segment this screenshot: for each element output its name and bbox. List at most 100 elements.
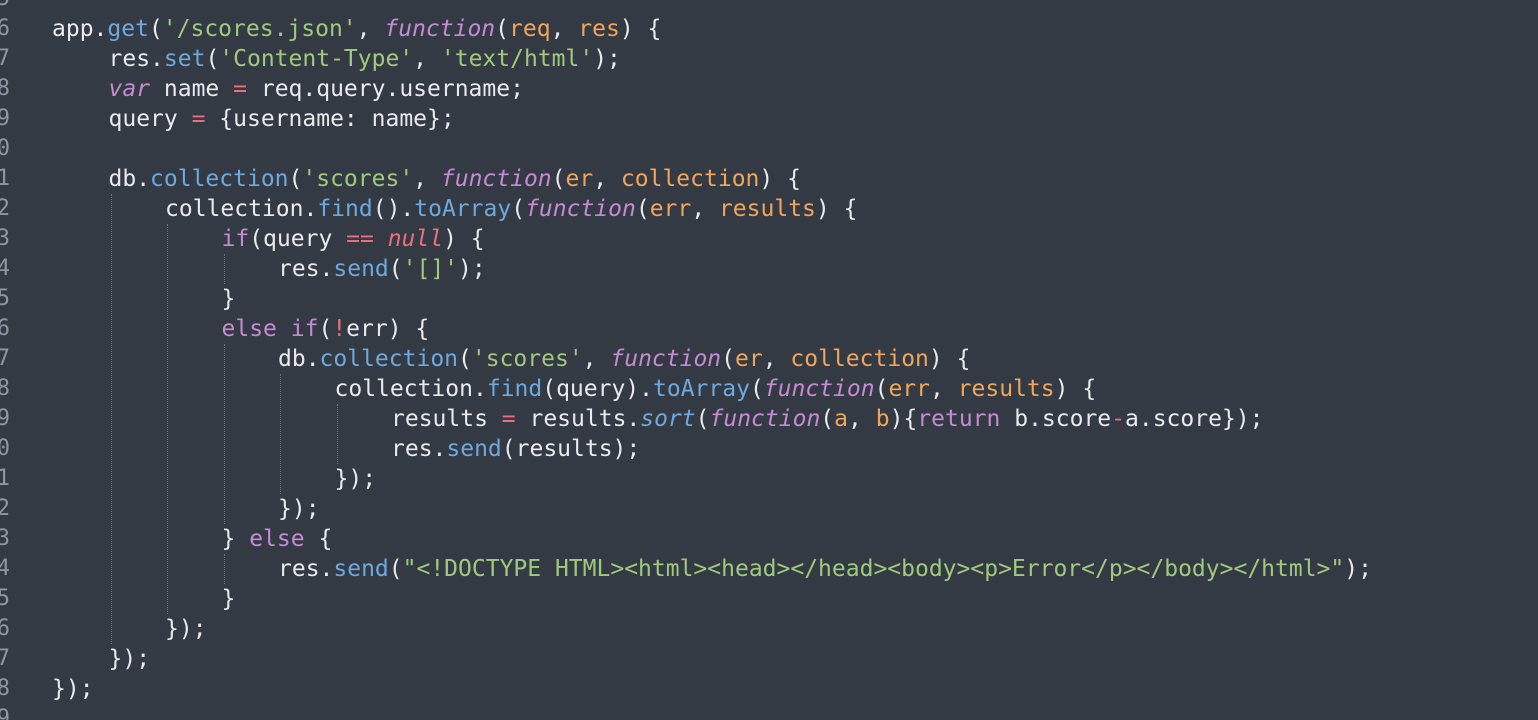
code-token: !	[332, 316, 347, 342]
code-token: (	[695, 406, 710, 432]
indent-guide	[336, 404, 338, 464]
code-token: });	[108, 646, 151, 672]
code-token: collection	[319, 346, 459, 372]
code-token: (	[288, 166, 303, 192]
code-line: }	[222, 284, 236, 314]
code-token: find	[486, 376, 543, 402]
code-line: results = results.sort(function(a, b){re…	[391, 404, 1264, 434]
line-number: 0	[0, 436, 10, 461]
code-token: req	[509, 16, 551, 42]
line-number: 8	[0, 76, 10, 101]
code-token: var	[108, 76, 151, 102]
code-token: 'text/html'	[440, 46, 594, 72]
indent-guide	[223, 344, 225, 524]
indent-guide	[223, 254, 225, 284]
code-token: er	[735, 346, 763, 372]
code-token: '[]'	[402, 256, 459, 282]
code-token: res	[578, 16, 620, 42]
code-token: send	[333, 256, 389, 282]
code-token: ) {	[619, 16, 662, 42]
code-line: res.set('Content-Type', 'text/html');	[109, 44, 621, 74]
code-line: });	[109, 644, 151, 674]
code-token: toArray	[653, 376, 750, 402]
code-token: ,	[848, 406, 876, 432]
code-token: 'scores'	[471, 346, 583, 372]
line-number: 2	[0, 496, 10, 521]
code-token: "<!DOCTYPE HTML><html><head></head><body…	[402, 556, 1345, 582]
code-token: collection.	[334, 376, 487, 402]
code-token: function	[763, 376, 875, 402]
code-token: err	[649, 196, 692, 222]
code-token: if	[290, 316, 319, 342]
code-token: (	[388, 556, 403, 582]
code-token: function	[610, 346, 722, 372]
code-token: ,	[691, 196, 719, 222]
line-number: 4	[0, 556, 10, 581]
code-token: -	[1111, 406, 1126, 432]
code-token: ) {	[928, 346, 971, 372]
code-line: else if(!err) {	[222, 314, 430, 344]
code-token: err) {	[346, 316, 430, 342]
code-token: if	[221, 226, 250, 252]
code-token: ) {	[1054, 376, 1097, 402]
code-line: });	[335, 464, 377, 494]
code-token: function	[709, 406, 821, 432]
line-number: 7	[0, 46, 10, 71]
code-token: function	[384, 16, 496, 42]
code-token: er	[565, 166, 594, 192]
code-token: );	[458, 256, 486, 282]
code-token: query	[108, 106, 192, 132]
code-token: db.	[108, 166, 151, 192]
code-line: });	[165, 614, 207, 644]
code-token: =	[501, 406, 516, 432]
code-token: ,	[413, 166, 441, 192]
code-token: ,	[413, 46, 441, 72]
indent-guide	[110, 194, 112, 644]
code-line: collection.find(query).toArray(function(…	[335, 374, 1097, 404]
code-token: );	[1344, 556, 1372, 582]
code-line: collection.find().toArray(function(err, …	[165, 194, 857, 224]
code-token: ,	[550, 16, 579, 42]
code-token: res.	[278, 556, 334, 582]
code-line: app.get('/scores.json', function(req, re…	[52, 14, 661, 44]
code-token: collection	[790, 346, 929, 372]
line-number-gutter: 5 6 7 8 9 0 1 2 3 4 5 6 7 8 9 0 1 2 3 4 5 6 7 8 9	[0, 0, 30, 720]
code-token: =	[191, 106, 206, 132]
code-token: app.	[52, 16, 108, 42]
code-line: if(query == null) {	[222, 224, 485, 254]
line-number: 3	[0, 226, 10, 251]
code-token: (	[511, 196, 526, 222]
line-number: 9	[0, 106, 10, 131]
code-token: toArray	[414, 196, 512, 222]
code-token: ) {	[443, 226, 485, 252]
code-token: collection	[150, 166, 289, 192]
code-token: (	[721, 346, 736, 372]
code-line: query = {username: name};	[109, 104, 455, 134]
code-token: req.query.username;	[247, 76, 524, 102]
line-number: 3	[0, 526, 10, 551]
code-token: (	[551, 166, 566, 192]
code-token: }	[221, 286, 236, 312]
code-token: ){	[889, 406, 918, 432]
code-line: res.send("<!DOCTYPE HTML><html><head></h…	[278, 554, 1372, 584]
code-line: }	[222, 584, 236, 614]
line-number: 2	[0, 196, 10, 221]
line-number: 6	[0, 16, 10, 41]
code-token: results	[957, 376, 1055, 402]
code-token: res.	[278, 256, 334, 282]
indent-guide	[167, 224, 168, 614]
code-editor[interactable]: 5678901234567890123456789 app.get('/scor…	[0, 0, 1538, 720]
code-area[interactable]: app.get('/scores.json', function(req, re…	[52, 0, 1532, 720]
code-token: (	[749, 376, 764, 402]
code-line: });	[52, 674, 94, 704]
code-token: collection.	[165, 196, 318, 222]
code-token: ,	[762, 346, 791, 372]
code-token: res.	[391, 436, 447, 462]
code-token: 'scores'	[302, 166, 414, 192]
code-token: );	[593, 46, 621, 72]
code-token: collection	[620, 166, 760, 192]
code-token: (	[205, 46, 220, 72]
code-token: }	[221, 526, 250, 552]
